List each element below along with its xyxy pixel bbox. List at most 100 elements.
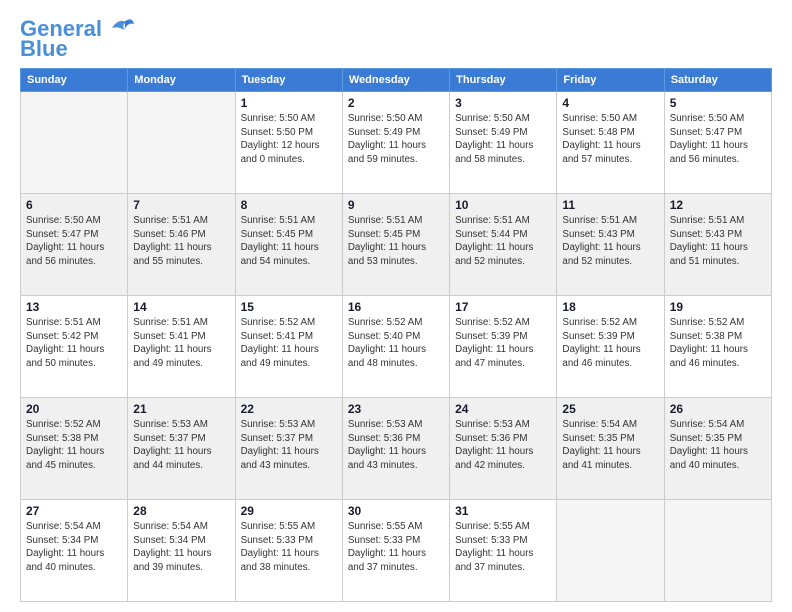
logo: General Blue	[20, 18, 136, 60]
day-info: Sunrise: 5:51 AMSunset: 5:41 PMDaylight:…	[133, 316, 229, 371]
day-info: Sunrise: 5:55 AMSunset: 5:33 PMDaylight:…	[348, 520, 444, 575]
col-header-thursday: Thursday	[450, 69, 557, 92]
day-number: 7	[133, 198, 229, 212]
calendar-cell: 17 Sunrise: 5:52 AMSunset: 5:39 PMDayligh…	[450, 296, 557, 398]
day-number: 21	[133, 402, 229, 416]
calendar-cell: 21 Sunrise: 5:53 AMSunset: 5:37 PMDayligh…	[128, 398, 235, 500]
calendar-cell	[128, 92, 235, 194]
day-info: Sunrise: 5:50 AMSunset: 5:49 PMDaylight:…	[455, 112, 551, 167]
calendar-cell: 9 Sunrise: 5:51 AMSunset: 5:45 PMDaylight…	[342, 194, 449, 296]
calendar-header-row: SundayMondayTuesdayWednesdayThursdayFrid…	[21, 69, 772, 92]
day-info: Sunrise: 5:50 AMSunset: 5:50 PMDaylight:…	[241, 112, 337, 167]
day-info: Sunrise: 5:53 AMSunset: 5:36 PMDaylight:…	[348, 418, 444, 473]
day-number: 18	[562, 300, 658, 314]
col-header-tuesday: Tuesday	[235, 69, 342, 92]
day-info: Sunrise: 5:50 AMSunset: 5:48 PMDaylight:…	[562, 112, 658, 167]
day-number: 25	[562, 402, 658, 416]
header: General Blue	[20, 18, 772, 60]
day-info: Sunrise: 5:51 AMSunset: 5:46 PMDaylight:…	[133, 214, 229, 269]
logo-bird-icon	[104, 16, 136, 38]
day-info: Sunrise: 5:51 AMSunset: 5:45 PMDaylight:…	[348, 214, 444, 269]
day-number: 3	[455, 96, 551, 110]
day-number: 15	[241, 300, 337, 314]
calendar-cell: 7 Sunrise: 5:51 AMSunset: 5:46 PMDaylight…	[128, 194, 235, 296]
calendar-cell: 20Sunrise: 5:52 AMSunset: 5:38 PMDayligh…	[21, 398, 128, 500]
day-info: Sunrise: 5:50 AMSunset: 5:49 PMDaylight:…	[348, 112, 444, 167]
day-number: 2	[348, 96, 444, 110]
calendar-cell: 16 Sunrise: 5:52 AMSunset: 5:40 PMDayligh…	[342, 296, 449, 398]
day-number: 8	[241, 198, 337, 212]
calendar-cell: 18 Sunrise: 5:52 AMSunset: 5:39 PMDayligh…	[557, 296, 664, 398]
day-info: Sunrise: 5:52 AMSunset: 5:38 PMDaylight:…	[26, 418, 122, 473]
day-number: 17	[455, 300, 551, 314]
calendar-cell: 4 Sunrise: 5:50 AMSunset: 5:48 PMDaylight…	[557, 92, 664, 194]
col-header-saturday: Saturday	[664, 69, 771, 92]
calendar-cell: 8Sunrise: 5:51 AMSunset: 5:45 PMDaylight…	[235, 194, 342, 296]
calendar-cell: 13 Sunrise: 5:51 AMSunset: 5:42 PMDayligh…	[21, 296, 128, 398]
day-number: 23	[348, 402, 444, 416]
col-header-wednesday: Wednesday	[342, 69, 449, 92]
day-number: 22	[241, 402, 337, 416]
day-number: 9	[348, 198, 444, 212]
calendar-cell	[664, 500, 771, 602]
calendar-cell: 3 Sunrise: 5:50 AMSunset: 5:49 PMDaylight…	[450, 92, 557, 194]
day-number: 16	[348, 300, 444, 314]
calendar-cell: 31 Sunrise: 5:55 AMSunset: 5:33 PMDayligh…	[450, 500, 557, 602]
calendar-cell: 28Sunrise: 5:54 AMSunset: 5:34 PMDayligh…	[128, 500, 235, 602]
page: General Blue SundayMondayTuesdayWednesda…	[0, 0, 792, 612]
day-number: 14	[133, 300, 229, 314]
day-info: Sunrise: 5:54 AMSunset: 5:34 PMDaylight:…	[133, 520, 229, 575]
calendar-cell: 2 Sunrise: 5:50 AMSunset: 5:49 PMDaylight…	[342, 92, 449, 194]
calendar-week-row: 6 Sunrise: 5:50 AMSunset: 5:47 PMDaylight…	[21, 194, 772, 296]
calendar-cell: 23 Sunrise: 5:53 AMSunset: 5:36 PMDayligh…	[342, 398, 449, 500]
calendar-week-row: 27 Sunrise: 5:54 AMSunset: 5:34 PMDayligh…	[21, 500, 772, 602]
day-number: 30	[348, 504, 444, 518]
day-info: Sunrise: 5:55 AMSunset: 5:33 PMDaylight:…	[455, 520, 551, 575]
logo-blue: Blue	[20, 38, 68, 60]
calendar-cell: 5Sunrise: 5:50 AMSunset: 5:47 PMDaylight…	[664, 92, 771, 194]
day-info: Sunrise: 5:52 AMSunset: 5:41 PMDaylight:…	[241, 316, 337, 371]
day-info: Sunrise: 5:50 AMSunset: 5:47 PMDaylight:…	[26, 214, 122, 269]
day-number: 11	[562, 198, 658, 212]
calendar-cell	[557, 500, 664, 602]
calendar-cell	[21, 92, 128, 194]
calendar-cell: 14 Sunrise: 5:51 AMSunset: 5:41 PMDayligh…	[128, 296, 235, 398]
day-number: 12	[670, 198, 766, 212]
day-number: 19	[670, 300, 766, 314]
calendar-cell: 6 Sunrise: 5:50 AMSunset: 5:47 PMDaylight…	[21, 194, 128, 296]
calendar-cell: 15 Sunrise: 5:52 AMSunset: 5:41 PMDayligh…	[235, 296, 342, 398]
col-header-sunday: Sunday	[21, 69, 128, 92]
day-info: Sunrise: 5:52 AMSunset: 5:38 PMDaylight:…	[670, 316, 766, 371]
day-info: Sunrise: 5:51 AMSunset: 5:43 PMDaylight:…	[562, 214, 658, 269]
calendar-cell: 10Sunrise: 5:51 AMSunset: 5:44 PMDayligh…	[450, 194, 557, 296]
calendar-cell: 27Sunrise: 5:54 AMSunset: 5:34 PMDayligh…	[21, 500, 128, 602]
calendar-cell: 11 Sunrise: 5:51 AMSunset: 5:43 PMDayligh…	[557, 194, 664, 296]
day-info: Sunrise: 5:51 AMSunset: 5:43 PMDaylight:…	[670, 214, 766, 269]
calendar-cell: 30 Sunrise: 5:55 AMSunset: 5:33 PMDayligh…	[342, 500, 449, 602]
calendar-cell: 24Sunrise: 5:53 AMSunset: 5:36 PMDayligh…	[450, 398, 557, 500]
day-info: Sunrise: 5:54 AMSunset: 5:35 PMDaylight:…	[562, 418, 658, 473]
day-info: Sunrise: 5:55 AMSunset: 5:33 PMDaylight:…	[241, 520, 337, 575]
calendar-cell: 1 Sunrise: 5:50 AMSunset: 5:50 PMDaylight…	[235, 92, 342, 194]
calendar-cell: 19 Sunrise: 5:52 AMSunset: 5:38 PMDayligh…	[664, 296, 771, 398]
day-number: 4	[562, 96, 658, 110]
calendar-cell: 26Sunrise: 5:54 AMSunset: 5:35 PMDayligh…	[664, 398, 771, 500]
day-number: 29	[241, 504, 337, 518]
day-info: Sunrise: 5:53 AMSunset: 5:37 PMDaylight:…	[241, 418, 337, 473]
day-number: 6	[26, 198, 122, 212]
day-number: 31	[455, 504, 551, 518]
day-number: 26	[670, 402, 766, 416]
day-info: Sunrise: 5:52 AMSunset: 5:39 PMDaylight:…	[455, 316, 551, 371]
day-info: Sunrise: 5:52 AMSunset: 5:40 PMDaylight:…	[348, 316, 444, 371]
day-info: Sunrise: 5:52 AMSunset: 5:39 PMDaylight:…	[562, 316, 658, 371]
day-info: Sunrise: 5:53 AMSunset: 5:37 PMDaylight:…	[133, 418, 229, 473]
calendar-week-row: 20Sunrise: 5:52 AMSunset: 5:38 PMDayligh…	[21, 398, 772, 500]
day-number: 1	[241, 96, 337, 110]
day-info: Sunrise: 5:50 AMSunset: 5:47 PMDaylight:…	[670, 112, 766, 167]
calendar-cell: 12 Sunrise: 5:51 AMSunset: 5:43 PMDayligh…	[664, 194, 771, 296]
day-info: Sunrise: 5:51 AMSunset: 5:42 PMDaylight:…	[26, 316, 122, 371]
calendar-table: SundayMondayTuesdayWednesdayThursdayFrid…	[20, 68, 772, 602]
day-info: Sunrise: 5:51 AMSunset: 5:44 PMDaylight:…	[455, 214, 551, 269]
day-number: 27	[26, 504, 122, 518]
day-number: 13	[26, 300, 122, 314]
